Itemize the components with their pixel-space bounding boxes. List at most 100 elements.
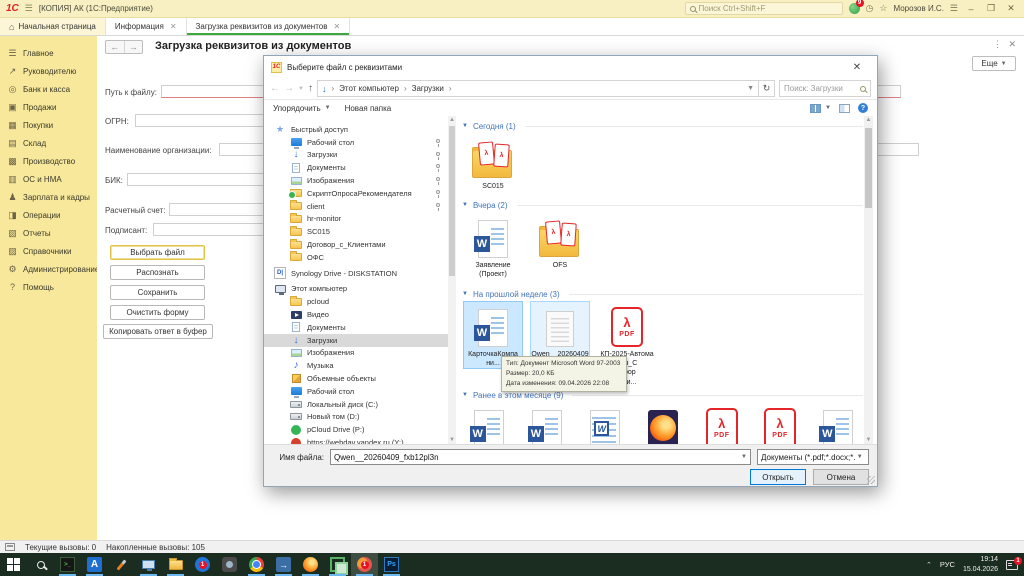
group-header-last-week[interactable]: ▼На прошлой неделе (3) [462,289,863,299]
tree-item-documents[interactable]: Документы [264,161,448,174]
language-indicator[interactable]: РУС [940,560,955,569]
tree-item-ofs[interactable]: ОФС [264,251,448,264]
filename-input[interactable] [331,453,738,462]
scrollbar-thumb[interactable] [449,126,455,276]
tree-item-script-folder[interactable]: СкриптОпросаРекомендателя [264,187,448,200]
tree-item-desktop[interactable]: Рабочий стол [264,136,448,149]
taskbar-item-sharex[interactable] [324,553,351,576]
tree-item-dogovor[interactable]: Договор_с_Клиентами [264,238,448,251]
taskbar-item-terminal[interactable] [54,553,81,576]
taskbar-item-cloud[interactable]: 1 [189,553,216,576]
taskbar-item-photoshop[interactable] [378,553,405,576]
tree-item-pictures-pc[interactable]: Изображения [264,347,448,360]
breadcrumb-current[interactable]: Загрузки [412,84,444,93]
recognize-button[interactable]: Распознать [110,265,205,280]
tree-item-this-pc[interactable]: Этот компьютер [264,283,448,296]
taskbar-item-camera[interactable] [216,553,243,576]
file-item-qwen[interactable]: Qwen__20260409 [531,302,589,359]
favorites-icon[interactable]: ☆ [879,3,887,14]
scroll-up-icon[interactable]: ▲ [448,117,456,123]
tree-item-downloads-pc[interactable]: Загрузки [264,334,448,347]
file-item-sc015[interactable]: λλ SC015 [464,134,522,191]
start-button[interactable] [0,553,27,576]
minimize-button[interactable]: – [964,4,978,14]
preview-pane-icon[interactable] [839,104,850,113]
recent-locations-icon[interactable]: ▼ [298,86,304,92]
clock[interactable]: 19:14 15.04.2026 [963,555,998,573]
notification-center-icon[interactable]: 1 [1006,560,1018,570]
group-header-today[interactable]: ▼Сегодня (1) [462,121,863,131]
tree-item-sc015[interactable]: SC015 [264,225,448,238]
tree-scrollbar[interactable]: ▲ ▼ [448,116,456,444]
taskbar-item-file-transfer[interactable] [270,553,297,576]
taskbar-item-paint[interactable] [108,553,135,576]
group-header-yesterday[interactable]: ▼Вчера (2) [462,200,863,210]
tree-item-3d-objects[interactable]: Объемные объекты [264,372,448,385]
tree-item-downloads[interactable]: Загрузки [264,149,448,162]
sidebar-item-salary[interactable]: ♟Зарплата и кадры [0,188,97,206]
breadcrumb[interactable]: ↓ › Этот компьютер › Загрузки › ▼ [317,80,759,97]
scroll-down-icon[interactable]: ▼ [864,437,873,443]
chevron-down-icon[interactable]: ▼ [747,85,754,92]
dialog-search-input[interactable]: Поиск: Загрузки [779,80,871,97]
file-item[interactable]: W [464,403,513,444]
scrollbar-thumb[interactable] [865,128,872,208]
file-item[interactable]: W [581,403,630,444]
filename-combobox[interactable]: ▼ [330,449,751,465]
file-item[interactable]: W [522,403,571,444]
more-button[interactable]: Еще▼ [972,56,1016,71]
sidebar-item-manager[interactable]: ↗Руководителю [0,62,97,80]
scroll-down-icon[interactable]: ▼ [448,437,456,443]
maximize-button[interactable]: ❐ [984,3,998,14]
tree-item-hr-monitor[interactable]: hr-monitor [264,213,448,226]
global-search-input[interactable]: Поиск Ctrl+Shift+F [685,2,843,15]
notifications-icon[interactable]: 9 [849,3,860,14]
taskbar-item-remote-desktop[interactable] [135,553,162,576]
file-item[interactable]: W [814,403,863,444]
taskbar-search-button[interactable] [27,553,54,576]
tree-item-pcloud[interactable]: pcloud [264,295,448,308]
tab-home[interactable]: ⌂ Начальная страница [0,18,106,35]
tree-item-synology[interactable]: Synology Drive - DISKSTATION [264,267,448,280]
tree-item-desktop-pc[interactable]: Рабочий стол [264,385,448,398]
sidebar-item-sales[interactable]: ▣Продажи [0,98,97,116]
sidebar-item-reports[interactable]: ▧Отчеты [0,224,97,242]
back-icon[interactable]: ← [270,83,280,94]
taskbar-item-chrome[interactable] [243,553,270,576]
forward-icon[interactable]: → [284,83,294,94]
open-button[interactable]: Открыть [750,469,806,485]
tray-expand-icon[interactable]: ⌃ [926,561,932,569]
clear-form-button[interactable]: Очистить форму [110,305,205,320]
tab-load-requisites[interactable]: Загрузка реквизитов из документов ✕ [187,18,351,35]
back-icon[interactable]: ← [106,41,125,53]
sidebar-item-administration[interactable]: ⚙Администрирование [0,260,97,278]
tree-item-videos[interactable]: Видео [264,308,448,321]
main-menu-icon[interactable]: ☰ [25,3,33,14]
sidebar-item-production[interactable]: ▩Производство [0,152,97,170]
service-menu-icon[interactable]: ☰ [950,3,958,14]
sidebar-item-warehouse[interactable]: ▤Склад [0,134,97,152]
tree-item-disk-c[interactable]: Локальный диск (C:) [264,398,448,411]
dialog-close-icon[interactable]: ✕ [844,62,870,73]
scroll-up-icon[interactable]: ▲ [864,117,873,123]
form-close-icon[interactable]: ✕ [1008,39,1016,50]
organize-button[interactable]: Упорядочить▼ [273,104,331,113]
sidebar-item-purchases[interactable]: ▦Покупки [0,116,97,134]
sidebar-item-bank[interactable]: ◎Банк и касса [0,80,97,98]
forward-icon[interactable]: → [125,41,143,53]
file-item[interactable] [755,403,804,444]
filetype-select[interactable]: Документы (*.pdf;*.docx;*.doc ▼ [757,449,869,465]
breadcrumb-root[interactable]: Этот компьютер [339,84,399,93]
taskbar-item-text-editor[interactable] [81,553,108,576]
history-icon[interactable]: ◷ [866,3,874,14]
tree-item-pcloud-drive[interactable]: pCloud Drive (P:) [264,423,448,436]
close-button[interactable]: ✕ [1004,3,1018,14]
copy-answer-button[interactable]: Копировать ответ в буфер [103,324,213,339]
tree-item-documents-pc[interactable]: Документы [264,321,448,334]
view-mode-button[interactable]: ▼ [810,104,831,113]
resize-grip[interactable] [867,476,875,484]
taskbar-item-explorer[interactable] [162,553,189,576]
sidebar-item-directories[interactable]: ▨Справочники [0,242,97,260]
file-item-ofs[interactable]: λλ OFS [531,213,589,270]
save-button[interactable]: Сохранить [110,285,205,300]
